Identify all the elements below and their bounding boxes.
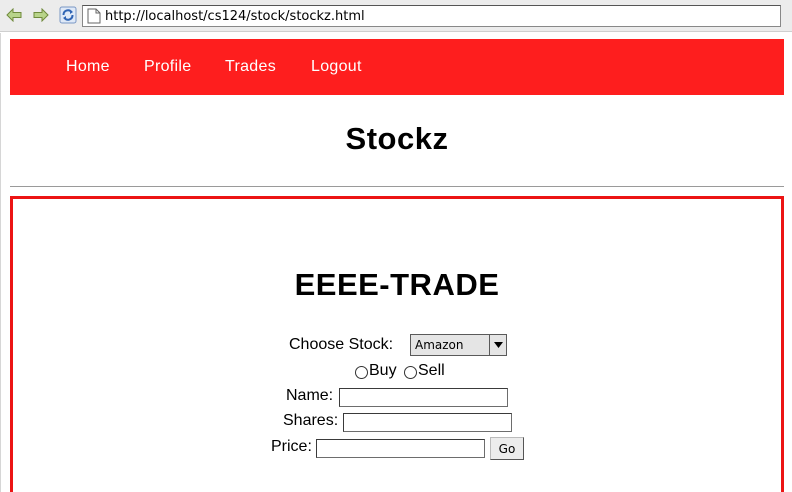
nav-link-profile[interactable]: Profile	[144, 58, 191, 76]
nav-link-trades[interactable]: Trades	[225, 58, 276, 76]
address-bar[interactable]: http://localhost/cs124/stock/stockz.html	[82, 5, 781, 27]
price-label: Price:	[271, 438, 312, 455]
url-text: http://localhost/cs124/stock/stockz.html	[105, 8, 365, 24]
sell-label[interactable]: Sell	[418, 362, 445, 380]
back-button[interactable]	[4, 5, 24, 25]
site-title: Stockz	[345, 121, 449, 156]
nav-link-home[interactable]: Home	[66, 58, 110, 76]
stock-select-value: Amazon	[415, 338, 464, 352]
name-input[interactable]	[339, 388, 508, 407]
name-label: Name:	[286, 387, 334, 404]
price-input[interactable]	[316, 439, 485, 458]
nav-link-logout[interactable]: Logout	[311, 58, 362, 76]
forward-button[interactable]	[31, 5, 51, 25]
shares-label: Shares:	[283, 412, 339, 429]
choose-stock-label: Choose Stock:	[289, 336, 394, 353]
top-navbar: Home Profile Trades Logout	[10, 39, 784, 95]
buy-label[interactable]: Buy	[369, 362, 397, 380]
browser-toolbar: http://localhost/cs124/stock/stockz.html	[0, 0, 792, 32]
page-icon	[87, 8, 101, 24]
reload-icon	[59, 6, 77, 24]
dropdown-arrow-icon[interactable]	[489, 335, 506, 355]
shares-input[interactable]	[343, 413, 512, 432]
trade-panel: EEEE-TRADE Choose Stock: Amazon Buy Sell…	[10, 196, 784, 492]
stock-select[interactable]: Amazon	[410, 334, 507, 356]
reload-button[interactable]	[58, 5, 78, 25]
title-divider	[10, 186, 784, 187]
trade-heading: EEEE-TRADE	[294, 267, 500, 302]
go-button[interactable]: Go	[490, 437, 524, 460]
buy-radio[interactable]	[355, 366, 368, 379]
back-arrow-icon	[6, 8, 22, 22]
sell-radio[interactable]	[404, 366, 417, 379]
forward-arrow-icon	[33, 8, 49, 22]
page-viewport: Home Profile Trades Logout Stockz EEEE-T…	[0, 33, 792, 492]
